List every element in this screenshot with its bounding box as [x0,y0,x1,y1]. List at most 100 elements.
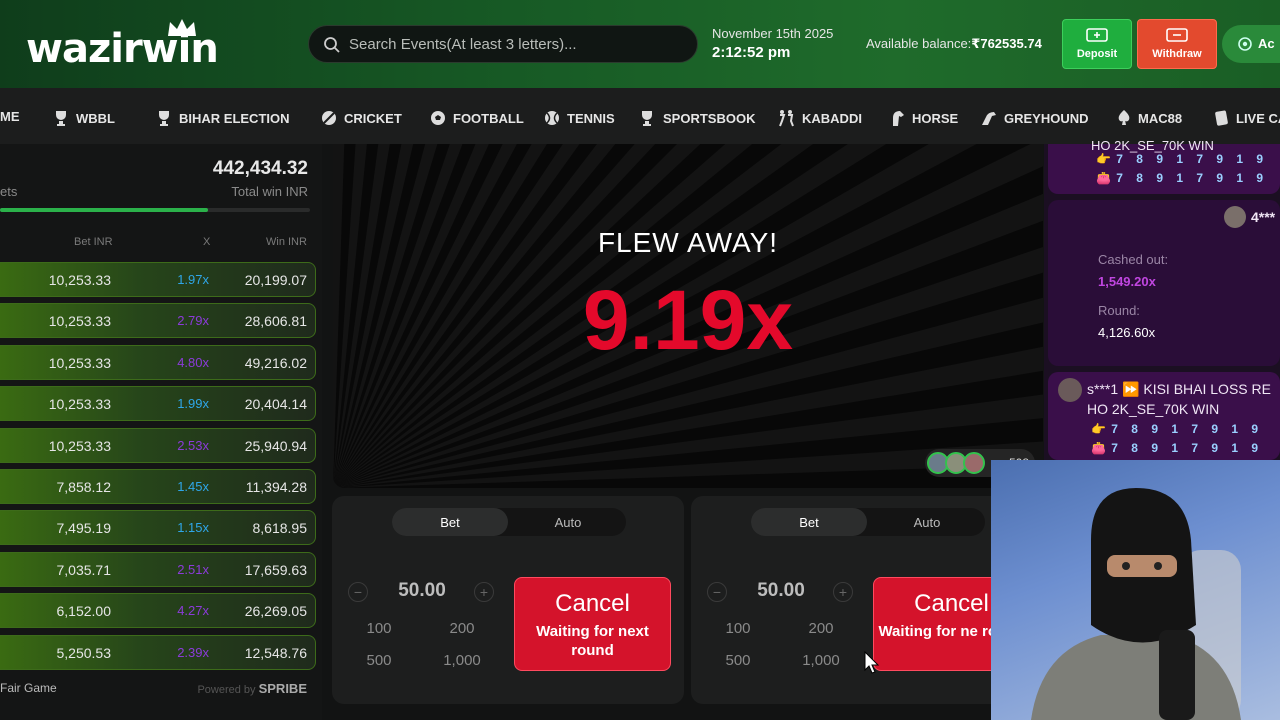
chat-digits-row: 👛 7 8 9 1 7 9 1 9 [1096,171,1268,185]
spribe-logo: SPRIBE [258,681,307,696]
all-bets-panel: 442,434.32 Total win INR ets Bet INR X W… [0,144,322,720]
decrease-button[interactable]: − [707,582,727,602]
col-header-multiplier: X [203,236,211,248]
nav-item-tennis[interactable]: TENNIS [543,109,615,127]
bets-count-label: ets [0,184,18,199]
crash-multiplier: 9.19x [582,273,794,367]
increase-button[interactable]: + [474,582,494,602]
quick-amount-200[interactable]: 200 [424,620,500,637]
nav-item-bihar-election[interactable]: BIHAR ELECTION [155,109,290,127]
game-canvas: FLEW AWAY! 9.19x 508 [333,144,1043,488]
avatar [1058,378,1082,402]
cashout-multiplier: 2.39x [177,644,209,660]
bet-amount: 10,253.33 [48,396,111,413]
quick-amount-100[interactable]: 100 [341,620,417,637]
chat-username: s***1 [1087,381,1119,397]
win-amount: 11,394.28 [245,478,307,495]
bets-list: 10,253.33 1.97x 20,199.07 10,253.33 2.79x 28,… [0,262,316,676]
quick-amount-1000[interactable]: 1,000 [424,652,500,669]
account-button[interactable]: Ac [1222,25,1280,63]
win-amount: 17,659.63 [244,561,307,578]
search-icon [324,37,340,53]
provably-fair-link[interactable]: Fair Game [0,681,57,695]
nav-item-cricket[interactable]: CRICKET [320,109,402,127]
avatar [963,452,985,474]
bet-row: 10,253.33 1.99x 20,404.14 [0,386,316,422]
win-amount: 49,216.02 [244,354,307,371]
nav-item-live-casino[interactable]: LIVE CA [1214,109,1280,127]
bets-progress-bar [0,208,310,212]
bet-amount-input[interactable]: 50.00 [372,580,472,602]
kabaddi-icon [779,110,794,127]
horse-icon [893,111,904,126]
mouse-cursor-icon [864,651,880,674]
cancel-bet-button[interactable]: Cancel Waiting for next round [514,577,671,671]
search-box[interactable] [308,25,698,63]
casino-icon [1215,110,1228,126]
chat-message-text: KISI BHAI LOSS RE [1143,381,1271,397]
cashout-multiplier: 1.99x [177,396,209,412]
decrease-button[interactable]: − [348,582,368,602]
cancel-label: Cancel [555,590,630,617]
powered-by-label: Powered by [197,684,256,696]
chat-panel: HO 2K_SE_70K WIN 👉 7 8 9 1 7 9 1 9 👛 7 8… [1044,138,1280,460]
bet-amount-input[interactable]: 50.00 [731,580,831,602]
crown-icon [168,19,196,36]
deposit-button[interactable]: Deposit [1062,19,1132,69]
flew-away-text: FLEW AWAY! [597,227,779,258]
cashout-multiplier: 2.53x [177,437,209,453]
bag-icon: 👛 [1096,171,1112,185]
nav-item-mac88[interactable]: MAC88 [1116,109,1182,127]
total-win-value: 442,434.32 [212,158,308,179]
increase-button[interactable]: + [833,582,853,602]
quick-amount-500[interactable]: 500 [341,652,417,669]
avatar [1224,206,1246,228]
football-icon [431,111,445,125]
cashout-multiplier: 1.15x [177,520,209,536]
quick-amount-100[interactable]: 100 [700,620,776,637]
tab-auto[interactable]: Auto [869,508,985,536]
win-amount: 12,548.76 [244,644,307,661]
nav-item-greyhound[interactable]: GREYHOUND [980,109,1089,127]
account-label: Ac [1258,36,1275,51]
chat-message-text-2: HO 2K_SE_70K WIN [1087,401,1220,417]
nav-item-horse[interactable]: HORSE [890,109,958,127]
round-label: Round: [1098,303,1140,318]
tab-bet[interactable]: Bet [392,508,508,536]
sports-nav: ME WBBL BIHAR ELECTION CRICKET FOOTBALL … [0,88,1280,144]
withdraw-button[interactable]: Withdraw [1137,19,1217,69]
quick-amount-200[interactable]: 200 [783,620,859,637]
quick-amount-500[interactable]: 500 [700,652,776,669]
chat-line: s***1 ⏩ KISI BHAI LOSS RE [1087,381,1271,398]
bet-row: 7,035.71 2.51x 17,659.63 [0,551,316,587]
quick-amount-1000[interactable]: 1,000 [783,652,859,669]
withdraw-label: Withdraw [1152,48,1202,60]
streamer-webcam [991,460,1280,720]
tab-auto[interactable]: Auto [510,508,626,536]
bet-row: 10,253.33 2.79x 28,606.81 [0,303,316,339]
bet-mode-tabs: Bet Auto [392,508,626,536]
nav-item-football[interactable]: FOOTBALL [429,109,524,127]
total-win-label: Total win INR [231,184,308,199]
cashout-multiplier: 2.79x [177,313,209,329]
win-amount: 28,606.81 [244,313,307,330]
site-logo[interactable]: wazirwin [26,18,219,74]
tab-bet[interactable]: Bet [751,508,867,536]
bet-row: 10,253.33 2.53x 25,940.94 [0,427,316,463]
chat-digits-row: 👉 7 8 9 1 7 9 1 9 [1091,422,1263,436]
waiting-label: Waiting for next round [536,623,649,659]
bet-mode-tabs: Bet Auto [751,508,985,536]
cashout-multiplier: 1.97x [177,272,209,287]
trophy-icon [159,111,169,126]
deposit-label: Deposit [1076,48,1118,60]
balance-label: Available balance: [866,36,972,51]
search-input[interactable] [349,26,689,62]
tennis-icon [545,111,559,125]
nav-item-sportsbook[interactable]: SPORTSBOOK [637,109,755,127]
nav-item-home[interactable]: ME [0,109,20,124]
current-time: 2:12:52 pm [712,44,791,61]
nav-item-kabaddi[interactable]: KABADDI [776,109,862,127]
balance: Available balance:₹762535.74 [866,36,1042,52]
nav-item-wbbl[interactable]: WBBL [52,109,115,127]
chat-digits: 7 8 9 1 7 9 1 9 [1116,171,1269,185]
